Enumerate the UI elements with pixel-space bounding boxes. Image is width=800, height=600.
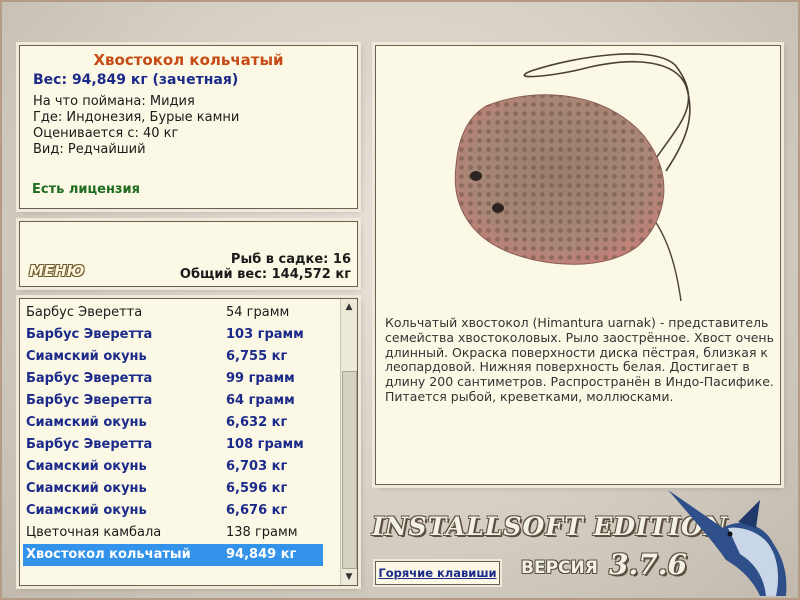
catch-list-item[interactable]: Хвостокол кольчатый 94,849 кг bbox=[23, 544, 323, 566]
catch-fish-name: Сиамский окунь bbox=[26, 481, 147, 496]
license-status: Есть лицензия bbox=[32, 182, 140, 197]
catch-fish-name: Барбус Эверетта bbox=[26, 327, 153, 342]
catch-list-item[interactable]: Барбус Эверетта 103 грамм bbox=[23, 324, 323, 346]
catch-fish-weight: 6,676 кг bbox=[226, 503, 288, 518]
scroll-up-icon[interactable]: ▲ bbox=[341, 299, 357, 315]
version-label: ВЕРСИЯ bbox=[521, 558, 598, 578]
catch-list-item[interactable]: Барбус Эверетта 54 грамм bbox=[23, 302, 323, 324]
total-weight: Общий вес: 144,572 кг bbox=[179, 267, 351, 282]
menu-button[interactable]: МЕНЮ bbox=[29, 262, 84, 280]
scroll-down-icon[interactable]: ▼ bbox=[341, 569, 357, 585]
catch-fish-name: Барбус Эверетта bbox=[26, 393, 153, 408]
keepnet-summary-panel: МЕНЮ Рыб в садке: 16 Общий вес: 144,572 … bbox=[19, 221, 358, 287]
hotkeys-link[interactable]: Горячие клавиши bbox=[375, 561, 500, 585]
catch-fish-weight: 103 грамм bbox=[226, 327, 304, 342]
catch-fish-weight: 99 грамм bbox=[226, 371, 295, 386]
catch-fish-name: Барбус Эверетта bbox=[26, 437, 153, 452]
catch-list-item[interactable]: Барбус Эверетта 108 грамм bbox=[23, 434, 323, 456]
catch-list-item[interactable]: Барбус Эверетта 64 грамм bbox=[23, 390, 323, 412]
catch-fish-weight: 64 грамм bbox=[226, 393, 295, 408]
catch-fish-weight: 108 грамм bbox=[226, 437, 304, 452]
catch-fish-weight: 6,703 кг bbox=[226, 459, 288, 474]
catch-list-item[interactable]: Сиамский окунь 6,596 кг bbox=[23, 478, 323, 500]
fish-place: Где: Индонезия, Бурые камни bbox=[33, 110, 240, 125]
catch-fish-name: Сиамский окунь bbox=[26, 415, 147, 430]
fish-weight: Вес: 94,849 кг (зачетная) bbox=[33, 72, 239, 88]
fish-description: Кольчатый хвостокол (Himantura uarnak) -… bbox=[385, 315, 774, 404]
catch-list: Барбус Эверетта 54 грамм Барбус Эверетта 10… bbox=[20, 299, 340, 585]
catch-list-item[interactable]: Сиамский окунь 6,755 кг bbox=[23, 346, 323, 368]
fish-info-panel: Хвостокол кольчатый Вес: 94,849 кг (заче… bbox=[19, 45, 358, 209]
catch-fish-weight: 54 грамм bbox=[226, 305, 290, 320]
catch-fish-weight: 138 грамм bbox=[226, 525, 298, 540]
keepnet-stats: Рыб в садке: 16 Общий вес: 144,572 кг bbox=[180, 252, 351, 282]
fish-rated: Оценивается с: 40 кг bbox=[33, 126, 179, 141]
marlin-icon bbox=[668, 490, 787, 596]
catch-list-item[interactable]: Цветочная камбала 138 грамм bbox=[23, 522, 323, 544]
fish-title: Хвостокол кольчатый bbox=[93, 51, 284, 69]
fish-kind: Вид: Редчайший bbox=[33, 142, 146, 157]
catch-list-item[interactable]: Барбус Эверетта 99 грамм bbox=[23, 368, 323, 390]
scroll-thumb[interactable] bbox=[342, 371, 357, 569]
catch-fish-name: Сиамский окунь bbox=[26, 459, 147, 474]
catch-fish-name: Барбус Эверетта bbox=[26, 371, 153, 386]
catch-list-panel: Барбус Эверетта 54 грамм Барбус Эверетта 10… bbox=[19, 298, 358, 586]
catch-list-scrollbar[interactable]: ▲ ▼ bbox=[340, 299, 357, 585]
catch-fish-name: Сиамский окунь bbox=[26, 349, 147, 364]
catch-list-item[interactable]: Сиамский окунь 6,703 кг bbox=[23, 456, 323, 478]
catch-fish-weight: 6,632 кг bbox=[226, 415, 288, 430]
catch-list-item[interactable]: Сиамский окунь 6,632 кг bbox=[23, 412, 323, 434]
catch-fish-weight: 6,596 кг bbox=[226, 481, 288, 496]
catch-fish-weight: 94,849 кг bbox=[226, 547, 297, 562]
catch-fish-name: Сиамский окунь bbox=[26, 503, 147, 518]
fish-picture-panel: Кольчатый хвостокол (Himantura uarnak) -… bbox=[375, 45, 781, 485]
catch-fish-name: Хвостокол кольчатый bbox=[26, 547, 191, 562]
fish-bait: На что поймана: Мидия bbox=[33, 94, 195, 109]
catch-list-item[interactable]: Сиамский окунь 6,676 кг bbox=[23, 500, 323, 522]
stingray-image bbox=[454, 53, 691, 302]
catch-fish-weight: 6,755 кг bbox=[226, 349, 288, 364]
fish-details: На что поймана: Мидия Где: Индонезия, Бу… bbox=[33, 94, 357, 158]
fish-count: Рыб в садке: 16 bbox=[230, 252, 351, 267]
catch-fish-name: Цветочная камбала bbox=[26, 525, 162, 540]
catch-fish-name: Барбус Эверетта bbox=[26, 305, 143, 320]
